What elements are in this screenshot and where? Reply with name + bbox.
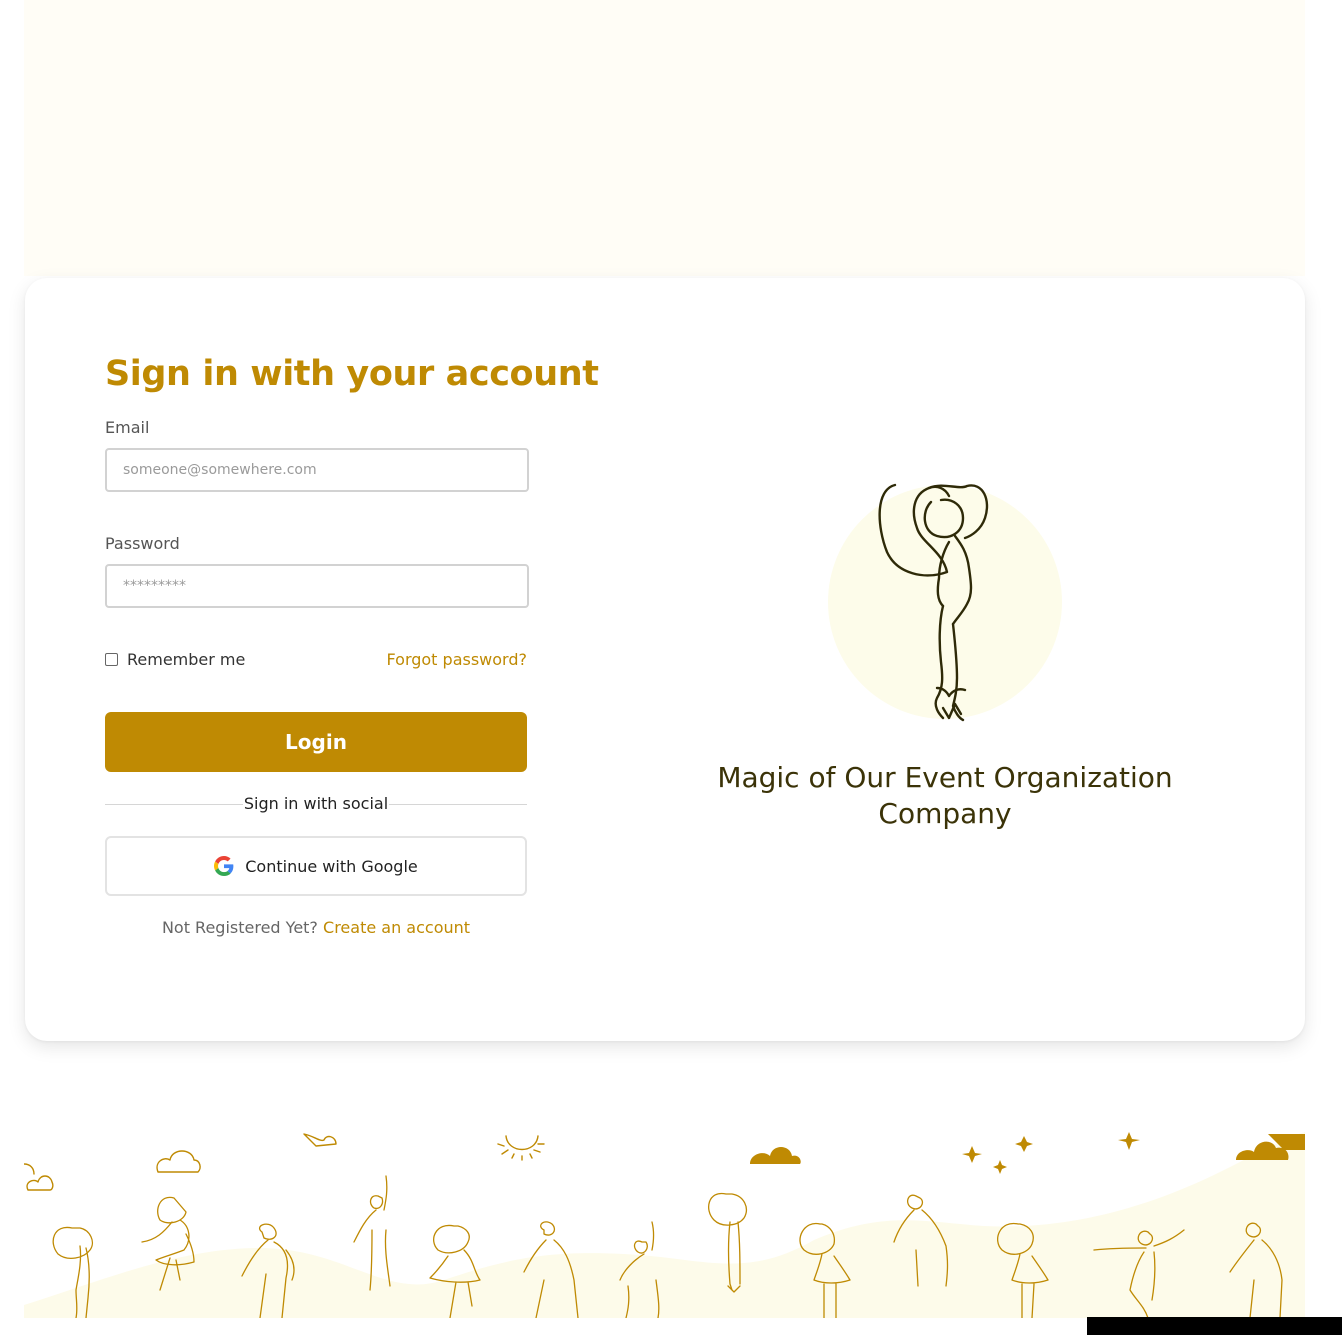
email-label: Email: [105, 418, 150, 437]
remember-label: Remember me: [127, 650, 246, 669]
cloud-icon: [750, 1147, 801, 1164]
create-account-link[interactable]: Create an account: [323, 918, 470, 937]
password-field[interactable]: [105, 564, 529, 608]
social-divider: Sign in with social: [105, 792, 527, 816]
sparkle-icon: [1118, 1132, 1140, 1150]
remember-checkbox[interactable]: [105, 653, 118, 666]
google-signin-button[interactable]: Continue with Google: [105, 836, 527, 896]
google-g-icon: [214, 856, 234, 876]
login-card: Sign in with your account Email Password…: [25, 278, 1305, 1041]
login-button[interactable]: Login: [105, 712, 527, 772]
remember-me[interactable]: Remember me: [105, 650, 245, 669]
sun-icon: [497, 1135, 545, 1161]
cloud-icon: [24, 1163, 54, 1191]
register-prompt: Not Registered Yet? Create an account: [105, 918, 527, 937]
google-button-label: Continue with Google: [245, 856, 418, 876]
forgot-password-link[interactable]: Forgot password?: [387, 650, 527, 669]
cloud-icon: [156, 1150, 201, 1173]
dancing-people-illustration: [24, 1132, 1305, 1318]
password-label: Password: [105, 534, 180, 553]
social-divider-text: Sign in with social: [243, 794, 389, 813]
hero-section: Magic of Our Event Organization Company: [665, 468, 1225, 848]
sparkle-icon: [993, 1160, 1007, 1174]
sparkle-icon: [1015, 1136, 1033, 1152]
black-overlay-box: [1087, 1317, 1342, 1335]
page-title: Sign in with your account: [105, 354, 599, 394]
register-prompt-text: Not Registered Yet?: [161, 918, 318, 937]
footer-hill: [24, 1132, 1305, 1318]
sparkle-icon: [962, 1146, 982, 1163]
top-band: [24, 0, 1305, 276]
hero-circle: [828, 485, 1062, 719]
dancer-illustration: [828, 483, 1062, 722]
hero-title: Magic of Our Event Organization Company: [717, 761, 1173, 830]
footer-solid-shapes: [750, 1132, 1305, 1174]
cloud-icon: [303, 1133, 337, 1147]
email-field[interactable]: [105, 448, 529, 492]
